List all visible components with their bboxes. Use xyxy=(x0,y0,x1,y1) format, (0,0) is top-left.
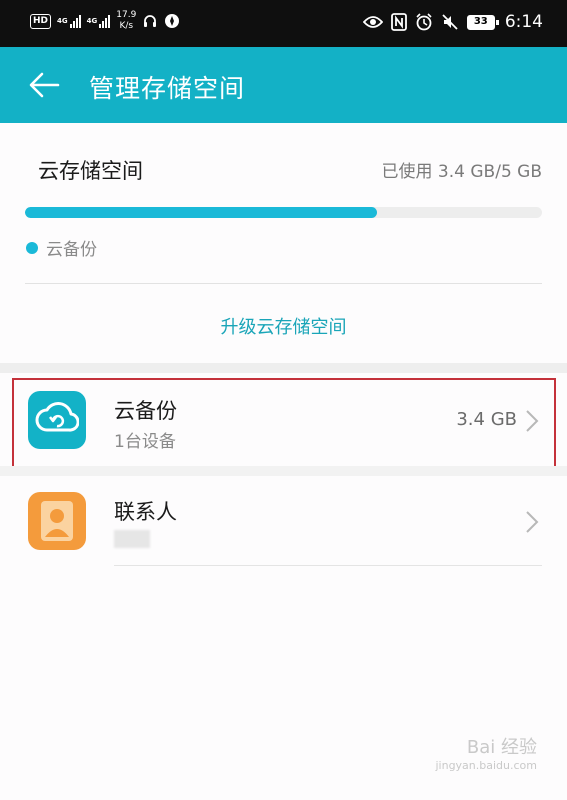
cloud-backup-icon xyxy=(28,391,86,449)
upgrade-storage-link[interactable]: 升级云存储空间 xyxy=(0,313,567,339)
headset-icon xyxy=(144,15,157,27)
signal-icon: 4G xyxy=(57,14,81,28)
blurred-subtitle xyxy=(114,530,150,548)
status-bar: HD 4G 4G 17.9 K/s 33 6:14 xyxy=(0,0,567,47)
legend-dot-icon xyxy=(26,241,38,254)
battery-icon: 33 xyxy=(466,14,499,30)
eye-icon xyxy=(362,16,383,28)
storage-used-text: 已使用 3.4 GB/5 GB xyxy=(381,162,542,182)
compass-icon xyxy=(165,14,180,28)
contacts-icon xyxy=(28,492,86,550)
list-item-contacts[interactable]: 联系人 xyxy=(0,478,567,568)
page-title: 管理存储空间 xyxy=(89,74,246,103)
mute-icon xyxy=(442,14,458,30)
network-speed-value: 17.9 xyxy=(116,10,137,20)
chevron-right-icon xyxy=(526,410,539,432)
item-title: 联系人 xyxy=(114,500,177,524)
storage-progress-bar xyxy=(25,207,542,218)
chevron-right-icon xyxy=(526,511,539,533)
section-gap xyxy=(0,363,567,373)
divider xyxy=(25,283,542,284)
signal-icon-2: 4G xyxy=(87,14,111,28)
divider xyxy=(114,565,542,566)
watermark-title: Bai 经验 xyxy=(466,737,537,758)
item-title: 云备份 xyxy=(114,399,177,423)
network-speed-unit: K/s xyxy=(119,21,134,31)
item-size: 3.4 GB xyxy=(456,409,517,430)
arrow-left-icon xyxy=(29,72,60,98)
network-type-label: 4G xyxy=(57,17,68,25)
hd-voice-icon: HD xyxy=(30,13,52,29)
section-gap xyxy=(0,466,567,476)
storage-summary: 云存储空间 已使用 3.4 GB/5 GB 云备份 升级云存储空间 xyxy=(0,123,567,363)
clock: 6:14 xyxy=(504,12,543,32)
watermark: Bai 经验 jingyan.baidu.com xyxy=(435,733,537,772)
storage-legend: 云备份 xyxy=(26,235,97,260)
back-button[interactable] xyxy=(26,67,62,103)
status-bar-right: 33 6:14 xyxy=(362,12,543,32)
item-subtitle: 1台设备 xyxy=(114,432,176,452)
network-type-label-2: 4G xyxy=(86,17,98,25)
alarm-icon xyxy=(416,13,432,31)
storage-progress-fill xyxy=(25,207,377,218)
app-bar: 管理存储空间 xyxy=(0,47,567,123)
watermark-url: jingyan.baidu.com xyxy=(435,759,537,772)
status-bar-left: HD 4G 4G 17.9 K/s xyxy=(30,10,180,32)
legend-label: 云备份 xyxy=(46,240,97,260)
list-item-cloud-backup[interactable]: 云备份 1台设备 3.4 GB xyxy=(0,377,567,467)
network-speed: 17.9 K/s xyxy=(116,10,136,32)
storage-title: 云存储空间 xyxy=(38,159,143,183)
nfc-icon xyxy=(390,13,407,31)
